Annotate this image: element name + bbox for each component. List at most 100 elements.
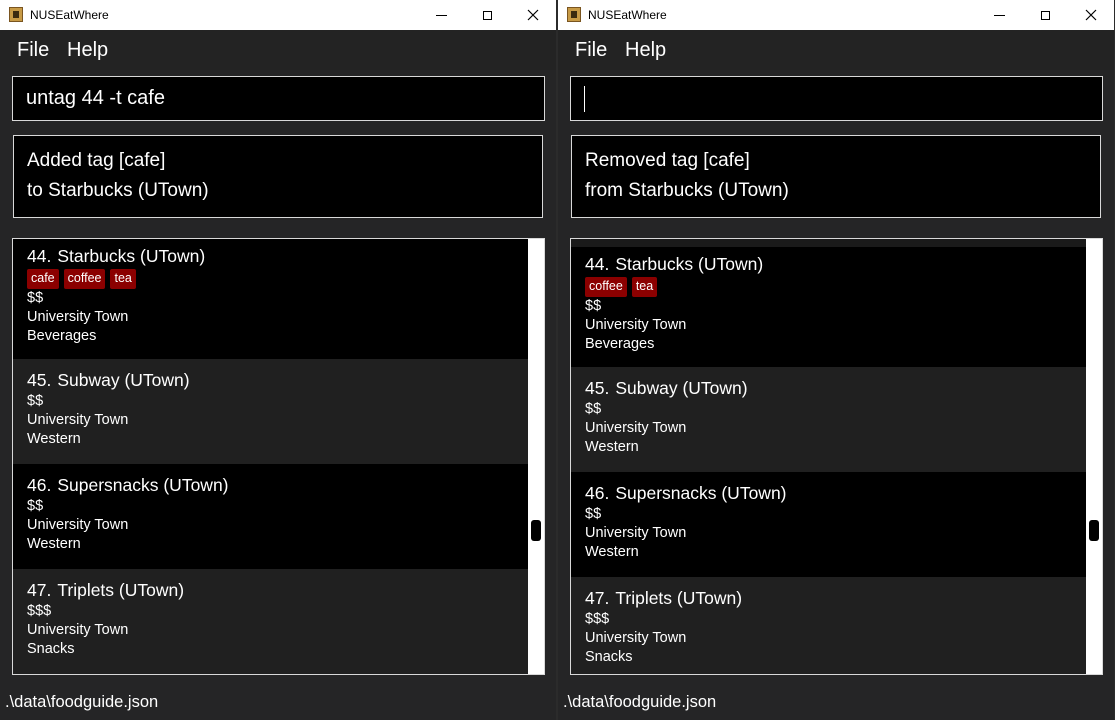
- food-card-title: 46. Supersnacks (UTown): [585, 483, 1072, 504]
- title-bar[interactable]: NUSEatWhere: [558, 0, 1114, 30]
- food-card-title: 44. Starbucks (UTown): [27, 246, 514, 267]
- food-card[interactable]: 45. Subway (UTown) $$ University Town Wester…: [13, 359, 528, 464]
- tag-badge: cafe: [27, 269, 59, 289]
- food-card-index: 46.: [585, 483, 610, 503]
- tag-badge: tea: [110, 269, 136, 289]
- status-bar-file-path: .\data\foodguide.json: [0, 690, 556, 720]
- menu-help[interactable]: Help: [67, 39, 108, 62]
- menu-bar: File Help: [558, 30, 1114, 70]
- food-card-index: 46.: [27, 475, 52, 495]
- result-line-1: Removed tag [cafe]: [585, 150, 750, 171]
- food-card-category: Western: [585, 544, 639, 560]
- maximize-icon: [1040, 10, 1050, 20]
- result-display: Added tag [cafe] to Starbucks (UTown): [13, 135, 543, 218]
- food-card-index: 45.: [27, 370, 52, 390]
- tag-badge: tea: [631, 277, 658, 297]
- app-icon: [9, 7, 23, 22]
- food-card-name: Triplets (UTown): [615, 588, 743, 608]
- command-input[interactable]: [570, 76, 1103, 121]
- food-card-category: Beverages: [585, 336, 655, 352]
- menu-bar: File Help: [0, 30, 556, 70]
- menu-file[interactable]: File: [17, 39, 49, 62]
- food-card-title: 44. Starbucks (UTown): [585, 254, 1072, 275]
- menu-file[interactable]: File: [575, 39, 607, 62]
- food-card-location: University Town: [585, 525, 687, 541]
- food-card-price: $$: [27, 290, 44, 306]
- title-bar[interactable]: NUSEatWhere: [0, 0, 556, 30]
- window-title: NUSEatWhere: [588, 8, 667, 22]
- scrollbar-thumb[interactable]: [1089, 520, 1099, 541]
- food-card[interactable]: 44. Starbucks (UTown) coffee tea $$ Universit…: [571, 247, 1086, 367]
- close-button[interactable]: [1068, 0, 1114, 30]
- scrollbar[interactable]: [1086, 239, 1102, 674]
- maximize-button[interactable]: [1022, 0, 1068, 30]
- status-bar-file-path: .\data\foodguide.json: [558, 690, 1114, 720]
- food-card-category: Western: [585, 439, 639, 455]
- food-card-index: 47.: [27, 580, 52, 600]
- food-card-title: 46. Supersnacks (UTown): [27, 475, 514, 496]
- food-card-name: Subway (UTown): [57, 370, 190, 390]
- minimize-button[interactable]: [418, 0, 464, 30]
- food-card-price: $$: [27, 498, 44, 514]
- menu-help[interactable]: Help: [625, 39, 666, 62]
- close-icon: [527, 9, 539, 21]
- food-card[interactable]: 47. Triplets (UTown) $$$ University Town Sna…: [13, 569, 528, 674]
- food-card-name: Triplets (UTown): [57, 580, 185, 600]
- food-card[interactable]: 46. Supersnacks (UTown) $$ University Town W…: [13, 464, 528, 569]
- maximize-icon: [482, 10, 492, 20]
- app-window-right: NUSEatWhere File Help Removed tag [cafe]…: [558, 0, 1114, 720]
- food-card-price: $$$: [585, 611, 610, 627]
- food-card-category: Beverages: [27, 328, 97, 344]
- close-button[interactable]: [510, 0, 556, 30]
- food-card-location: University Town: [27, 309, 129, 325]
- maximize-button[interactable]: [464, 0, 510, 30]
- food-list: 44. Starbucks (UTown) cafe coffee tea $$ Unive…: [13, 239, 528, 674]
- text-caret: [584, 86, 585, 112]
- food-card-price: $$: [585, 298, 602, 314]
- food-card-price: $$: [585, 401, 602, 417]
- food-card[interactable]: 44. Starbucks (UTown) cafe coffee tea $$ Unive…: [13, 239, 528, 359]
- command-input[interactable]: untag 44 -t cafe: [12, 76, 545, 121]
- tag-list: cafe coffee tea: [27, 269, 514, 289]
- minimize-button[interactable]: [976, 0, 1022, 30]
- food-list-panel[interactable]: 44. Starbucks (UTown) coffee tea $$ Universit…: [570, 238, 1103, 675]
- food-card[interactable]: 46. Supersnacks (UTown) $$ University Town W…: [571, 472, 1086, 577]
- food-card-name: Starbucks (UTown): [615, 254, 764, 274]
- tag-list: coffee tea: [585, 277, 1072, 297]
- food-card-price: $$$: [27, 603, 52, 619]
- food-list-panel[interactable]: 44. Starbucks (UTown) cafe coffee tea $$ Unive…: [12, 238, 545, 675]
- food-card-location: University Town: [585, 317, 687, 333]
- result-line-2: from Starbucks (UTown): [585, 180, 789, 201]
- food-card[interactable]: 45. Subway (UTown) $$ University Town Wester…: [571, 367, 1086, 472]
- food-card-name: Starbucks (UTown): [57, 246, 206, 266]
- food-card-location: University Town: [27, 622, 129, 638]
- food-card-price: $$: [585, 506, 602, 522]
- food-card-category: Western: [27, 431, 81, 447]
- minimize-icon: [993, 14, 1005, 16]
- food-card[interactable]: 47. Triplets (UTown) $$$ University Town Sna…: [571, 577, 1086, 674]
- food-card-index: 47.: [585, 588, 610, 608]
- food-card-index: 45.: [585, 378, 610, 398]
- result-line-1: Added tag [cafe]: [27, 150, 166, 171]
- app-window-left: NUSEatWhere File Help untag 44 -t cafe A…: [0, 0, 556, 720]
- food-card-category: Western: [27, 536, 81, 552]
- scrollbar-thumb[interactable]: [531, 520, 541, 541]
- tag-badge: coffee: [63, 269, 106, 289]
- food-card-title: 47. Triplets (UTown): [585, 588, 1072, 609]
- food-card-location: University Town: [585, 420, 687, 436]
- app-icon: [567, 7, 581, 22]
- food-card-title: 47. Triplets (UTown): [27, 580, 514, 601]
- food-card-name: Supersnacks (UTown): [615, 483, 787, 503]
- tag-badge: coffee: [585, 277, 627, 297]
- food-card-location: University Town: [585, 630, 687, 646]
- window-title: NUSEatWhere: [30, 8, 109, 22]
- food-card-price: $$: [27, 393, 44, 409]
- food-card-name: Subway (UTown): [615, 378, 748, 398]
- food-card-title: 45. Subway (UTown): [27, 370, 514, 391]
- scrollbar[interactable]: [528, 239, 544, 674]
- food-card-name: Supersnacks (UTown): [57, 475, 229, 495]
- food-card-location: University Town: [27, 517, 129, 533]
- food-card-category: Snacks: [585, 649, 633, 665]
- food-card-index: 44.: [585, 254, 610, 274]
- food-card-location: University Town: [27, 412, 129, 428]
